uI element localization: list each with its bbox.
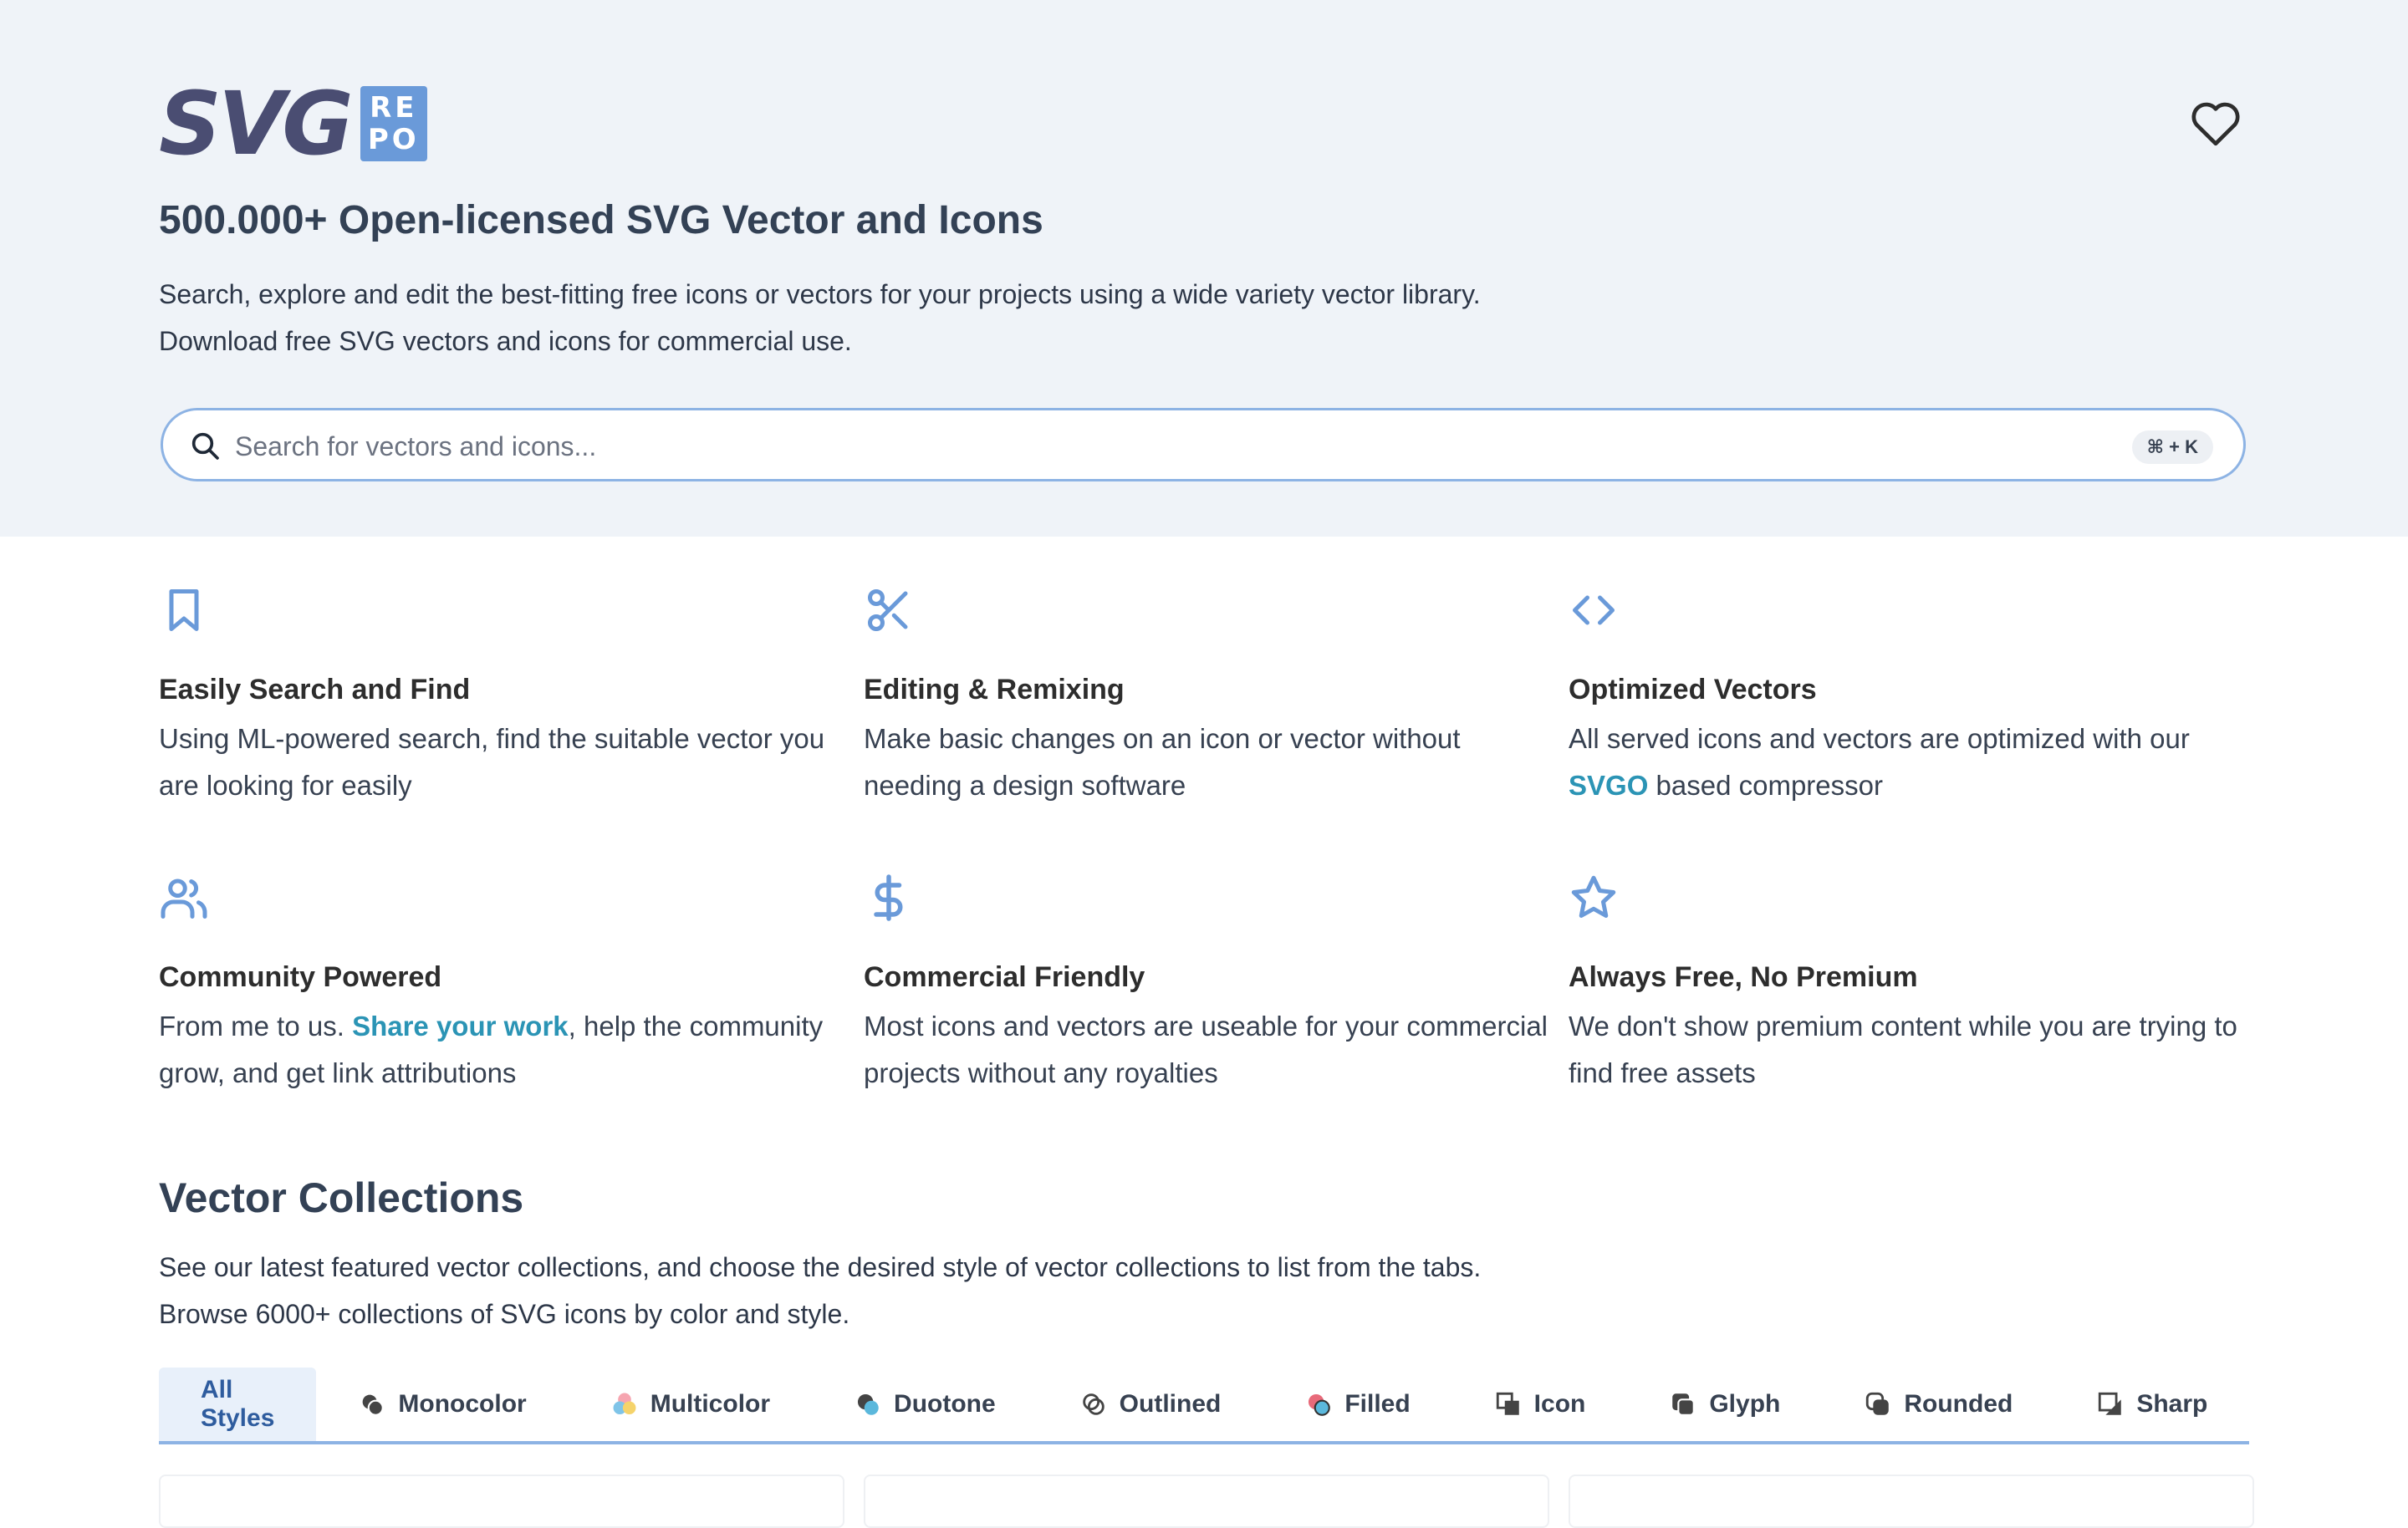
logo-text: SVG	[159, 73, 354, 175]
feature-title: Editing & Remixing	[864, 674, 1125, 705]
tab-label: All Styles	[201, 1376, 275, 1432]
users-icon	[161, 879, 207, 919]
filled-icon	[1309, 1393, 1331, 1416]
duotone-icon	[857, 1393, 879, 1415]
logo-badge: RE PO	[360, 86, 427, 161]
feature-commercial: Commercial Friendly Most icons and vecto…	[864, 873, 1549, 1097]
tab-label: Rounded	[1904, 1390, 2013, 1418]
code-icon	[1573, 595, 1615, 625]
bookmark-icon	[169, 589, 199, 631]
feature-text: Make basic changes on an icon or vector …	[864, 723, 1461, 801]
tab-label: Icon	[1533, 1390, 1586, 1418]
hero-description-line2: Download free SVG vectors and icons for …	[159, 326, 852, 356]
logo-badge-top: RE	[370, 91, 418, 125]
tab-label: Duotone	[894, 1390, 996, 1418]
svgo-link[interactable]: SVGO	[1569, 770, 1648, 801]
tab-icon[interactable]: Icon	[1452, 1368, 1628, 1441]
feature-text: From me to us. Share your work, help the…	[159, 1003, 844, 1097]
icon-style-icon	[1496, 1392, 1519, 1415]
tab-filled[interactable]: Filled	[1263, 1368, 1451, 1441]
share-your-work-link[interactable]: Share your work	[352, 1011, 569, 1042]
feature-title: Always Free, No Premium	[1569, 961, 1918, 993]
dollar-icon	[874, 874, 903, 921]
tab-label: Outlined	[1119, 1390, 1222, 1418]
feature-text: All served icons and vectors are optimiz…	[1569, 716, 2254, 809]
collections-description: See our latest featured vector collectio…	[159, 1244, 1481, 1337]
tab-label: Multicolor	[650, 1390, 771, 1418]
multicolor-icon	[613, 1393, 636, 1415]
feature-editing: Editing & Remixing Make basic changes on…	[864, 585, 1549, 809]
star-icon	[1571, 875, 1616, 919]
tab-monocolor[interactable]: Monocolor	[316, 1368, 568, 1441]
tab-duotone[interactable]: Duotone	[812, 1368, 1038, 1441]
collections-title: Vector Collections	[159, 1174, 524, 1221]
tab-sharp[interactable]: Sharp	[2054, 1368, 2249, 1441]
rounded-icon	[1866, 1392, 1890, 1415]
hero-description-line1: Search, explore and edit the best-fittin…	[159, 279, 1481, 309]
feature-text: Using ML-powered search, find the suitab…	[159, 723, 825, 801]
heart-icon	[2191, 102, 2240, 146]
logo-badge-bottom: PO	[367, 123, 420, 156]
feature-community: Community Powered From me to us. Share y…	[159, 873, 844, 1097]
feature-optimized: Optimized Vectors All served icons and v…	[1569, 585, 2254, 809]
collection-card[interactable]	[159, 1475, 844, 1528]
feature-text: Most icons and vectors are useable for y…	[864, 1011, 1548, 1088]
feature-text-before: From me to us.	[159, 1011, 344, 1042]
tab-label: Filled	[1344, 1390, 1411, 1418]
style-tabs: All Styles Monocolor Multicolor Duotone …	[159, 1368, 2249, 1444]
tab-label: Monocolor	[398, 1390, 527, 1418]
page-title: 500.000+ Open-licensed SVG Vector and Ic…	[159, 198, 1043, 242]
tab-label: Glyph	[1709, 1390, 1781, 1418]
search-input[interactable]	[233, 422, 2076, 471]
tab-label: Sharp	[2136, 1390, 2208, 1418]
feature-search: Easily Search and Find Using ML-powered …	[159, 585, 844, 809]
sharp-icon	[2099, 1392, 2122, 1415]
hero-description: Search, explore and edit the best-fittin…	[159, 271, 1481, 364]
feature-title: Community Powered	[159, 961, 442, 993]
collection-cards	[159, 1475, 2254, 1528]
feature-title: Easily Search and Find	[159, 674, 471, 705]
collections-description-line2: Browse 6000+ collections of SVG icons by…	[159, 1299, 850, 1329]
monocolor-icon	[363, 1394, 385, 1416]
tab-glyph[interactable]: Glyph	[1627, 1368, 1822, 1441]
search-icon	[191, 432, 219, 460]
search-bar[interactable]: ⌘ + K	[161, 408, 2246, 481]
favorites-button[interactable]	[2184, 94, 2247, 152]
hero-section: SVG RE PO 500.000+ Open-licensed SVG Vec…	[0, 0, 2408, 537]
tab-multicolor[interactable]: Multicolor	[569, 1368, 812, 1441]
tab-rounded[interactable]: Rounded	[1822, 1368, 2054, 1441]
feature-free: Always Free, No Premium We don't show pr…	[1569, 873, 2254, 1097]
search-shortcut-badge: ⌘ + K	[2131, 430, 2213, 464]
collection-card[interactable]	[864, 1475, 1549, 1528]
outlined-icon	[1082, 1393, 1105, 1415]
collection-card[interactable]	[1569, 1475, 2254, 1528]
feature-text: We don't show premium content while you …	[1569, 1011, 2237, 1088]
logo[interactable]: SVG RE PO	[159, 80, 427, 167]
feature-title: Commercial Friendly	[864, 961, 1145, 993]
tab-outlined[interactable]: Outlined	[1038, 1368, 1263, 1441]
glyph-icon	[1672, 1393, 1696, 1416]
feature-title: Optimized Vectors	[1569, 674, 1817, 705]
feature-text-after: based compressor	[1656, 770, 1883, 801]
scissors-icon	[868, 589, 908, 631]
collections-description-line1: See our latest featured vector collectio…	[159, 1252, 1482, 1282]
feature-text-before: All served icons and vectors are optimiz…	[1569, 723, 2190, 754]
tab-all-styles[interactable]: All Styles	[159, 1368, 317, 1441]
